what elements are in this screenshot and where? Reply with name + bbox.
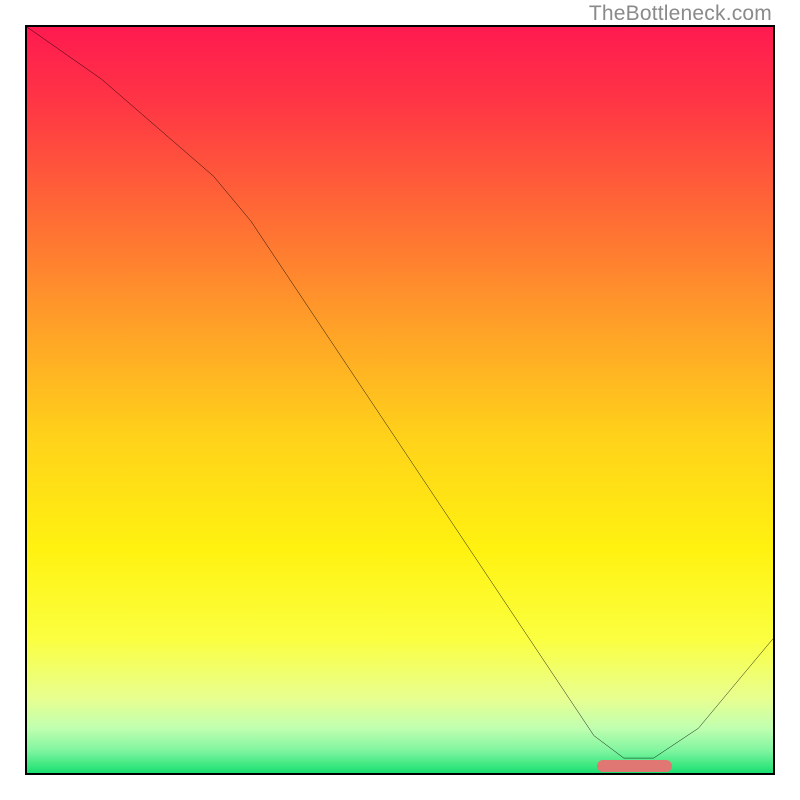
watermark-text: TheBottleneck.com	[589, 2, 772, 26]
optimal-range-marker	[597, 760, 672, 772]
chart-curve	[27, 27, 773, 773]
chart-container	[25, 25, 775, 775]
